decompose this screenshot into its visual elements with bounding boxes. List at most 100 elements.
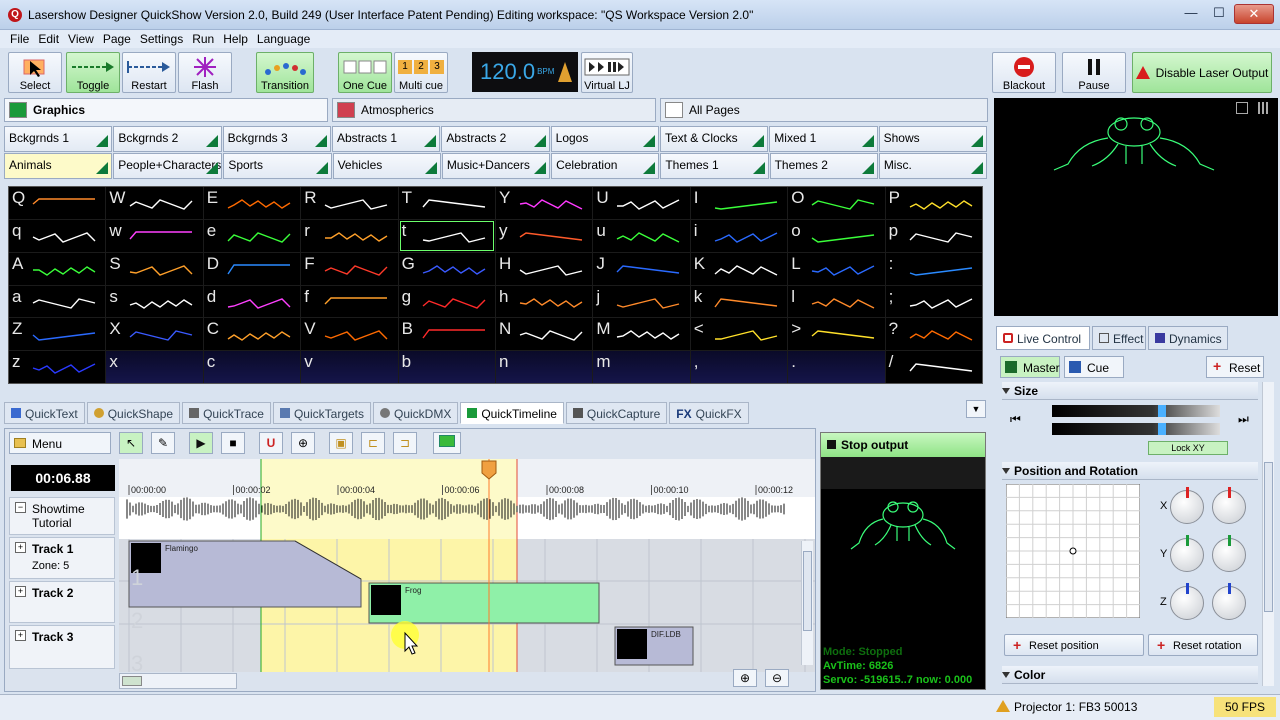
lock-xy-button[interactable]: Lock XY	[1148, 441, 1228, 455]
cue-cell[interactable]: .	[788, 351, 885, 383]
cue-cell[interactable]: r	[301, 219, 398, 252]
cue-cell[interactable]: u	[593, 219, 690, 252]
cue-cell[interactable]: T	[398, 187, 495, 219]
cue-cell[interactable]: l	[788, 285, 885, 318]
color-section-header[interactable]: Color	[1002, 666, 1258, 684]
category-tab[interactable]: Themes 2	[769, 153, 878, 179]
category-tab[interactable]: Text & Clocks	[659, 126, 769, 152]
select-range-button[interactable]: ▣	[329, 432, 353, 454]
position-rotation-section-header[interactable]: Position and Rotation	[1002, 462, 1258, 480]
cue-cell[interactable]: j	[593, 285, 690, 318]
blackout-button[interactable]: Blackout	[992, 52, 1056, 93]
tab-quicktargets[interactable]: QuickTargets	[272, 402, 371, 424]
pause-button[interactable]: Pause	[1062, 52, 1126, 93]
category-tab-selected[interactable]: Animals	[4, 153, 113, 179]
cue-cell[interactable]: q	[9, 219, 106, 252]
cue-cell[interactable]: E	[203, 187, 301, 219]
cue-cell[interactable]: s	[106, 285, 203, 318]
clip-frog[interactable]	[368, 582, 600, 624]
showtime-track-label[interactable]: − Showtime Tutorial	[9, 497, 115, 535]
tab-quickshape[interactable]: QuickShape	[86, 402, 181, 424]
master-button[interactable]: Master	[1000, 356, 1060, 378]
cue-cell[interactable]: Z	[9, 318, 106, 351]
scroll-thumb[interactable]	[1264, 462, 1273, 612]
cue-cell[interactable]: n	[496, 351, 593, 383]
cue-cell[interactable]: F	[301, 252, 398, 285]
cue-cell[interactable]: k	[690, 285, 788, 318]
bpm-display[interactable]: 120.0 BPM	[472, 52, 578, 92]
category-tab[interactable]: Abstracts 2	[441, 126, 550, 152]
tab-quickfx[interactable]: FX QuickFX	[669, 402, 749, 424]
category-tab[interactable]: Celebration	[551, 153, 660, 179]
cue-cell[interactable]: L	[788, 252, 885, 285]
cue-cell[interactable]: U	[593, 187, 690, 219]
expand-icon[interactable]: +	[15, 630, 26, 641]
play-button[interactable]: ▶	[189, 432, 213, 454]
disable-laser-output-button[interactable]: Disable Laser Output	[1132, 52, 1272, 93]
tab-effect[interactable]: Effect	[1092, 326, 1146, 350]
category-tab[interactable]: Bckgrnds 1	[4, 126, 113, 152]
page-tab-atmospherics[interactable]: Atmospherics	[332, 98, 656, 122]
horizontal-scrollbar[interactable]	[119, 673, 237, 689]
cue-cell[interactable]: M	[593, 318, 690, 351]
menu-help[interactable]: Help	[223, 32, 248, 46]
cue-cell[interactable]: b	[398, 351, 495, 383]
minimize-button[interactable]: —	[1178, 4, 1204, 24]
category-tab[interactable]: Sports	[223, 153, 332, 179]
cue-cell[interactable]: t	[398, 219, 495, 252]
multi-cue-button[interactable]: 1 2 3 Multi cue	[394, 52, 448, 93]
category-tab[interactable]: Vehicles	[332, 153, 441, 179]
cue-cell[interactable]: A	[9, 252, 106, 285]
cue-cell[interactable]: R	[301, 187, 398, 219]
cue-cell[interactable]: x	[106, 351, 203, 383]
cue-cell[interactable]: O	[788, 187, 885, 219]
reset-rotation-button[interactable]: Reset rotation	[1148, 634, 1258, 656]
position-x-knob[interactable]	[1170, 487, 1204, 524]
cue-cell[interactable]: c	[203, 351, 301, 383]
size-x-thumb[interactable]	[1158, 405, 1166, 417]
position-y-knob[interactable]	[1170, 535, 1204, 572]
track-2-label[interactable]: + Track 2	[9, 581, 115, 623]
cue-cell[interactable]: Q	[9, 187, 106, 219]
loop-end-button[interactable]: ⊐	[393, 432, 417, 454]
cue-cell[interactable]: v	[301, 351, 398, 383]
cue-cell[interactable]: C	[203, 318, 301, 351]
menu-language[interactable]: Language	[257, 32, 310, 46]
pointer-tool[interactable]: ↖	[119, 432, 143, 454]
category-tab[interactable]: Misc.	[878, 153, 988, 179]
menu-page[interactable]: Page	[103, 32, 131, 46]
rotation-x-knob[interactable]	[1212, 487, 1246, 524]
rotation-z-knob[interactable]	[1212, 583, 1246, 620]
cue-cell[interactable]: V	[301, 318, 398, 351]
cue-cell[interactable]: f	[301, 285, 398, 318]
cue-cell[interactable]: e	[203, 219, 301, 252]
cue-cell[interactable]: /	[885, 351, 982, 383]
cue-cell[interactable]: w	[106, 219, 203, 252]
collapse-icon[interactable]: −	[15, 502, 26, 513]
cue-button[interactable]: Cue	[1064, 356, 1124, 378]
cue-cell[interactable]: y	[496, 219, 593, 252]
cue-cell[interactable]: o	[788, 219, 885, 252]
cue-cell[interactable]: X	[106, 318, 203, 351]
cue-cell[interactable]: B	[398, 318, 495, 351]
snap-button[interactable]: U	[259, 432, 283, 454]
expand-icon[interactable]: +	[15, 542, 26, 553]
close-button[interactable]: ✕	[1234, 4, 1274, 24]
menu-edit[interactable]: Edit	[38, 32, 59, 46]
size-y-slider[interactable]	[1052, 423, 1220, 435]
screen-button[interactable]	[433, 432, 461, 454]
expand-icon[interactable]: +	[15, 586, 26, 597]
cue-cell[interactable]: G	[398, 252, 495, 285]
tab-quickdmx[interactable]: QuickDMX	[373, 402, 459, 424]
tab-live-control[interactable]: Live Control	[996, 326, 1090, 350]
category-tab[interactable]: Music+Dancers	[441, 153, 551, 179]
cue-cell[interactable]: p	[885, 219, 982, 252]
category-tab[interactable]: People+Characters	[113, 153, 223, 179]
cue-cell[interactable]: K	[690, 252, 788, 285]
loop-start-button[interactable]: ⊏	[361, 432, 385, 454]
flash-button[interactable]: Flash	[178, 52, 232, 93]
cue-cell[interactable]: a	[9, 285, 106, 318]
cue-cell[interactable]: g	[398, 285, 495, 318]
select-button[interactable]: Select	[8, 52, 62, 93]
one-cue-button[interactable]: One Cue	[338, 52, 392, 93]
